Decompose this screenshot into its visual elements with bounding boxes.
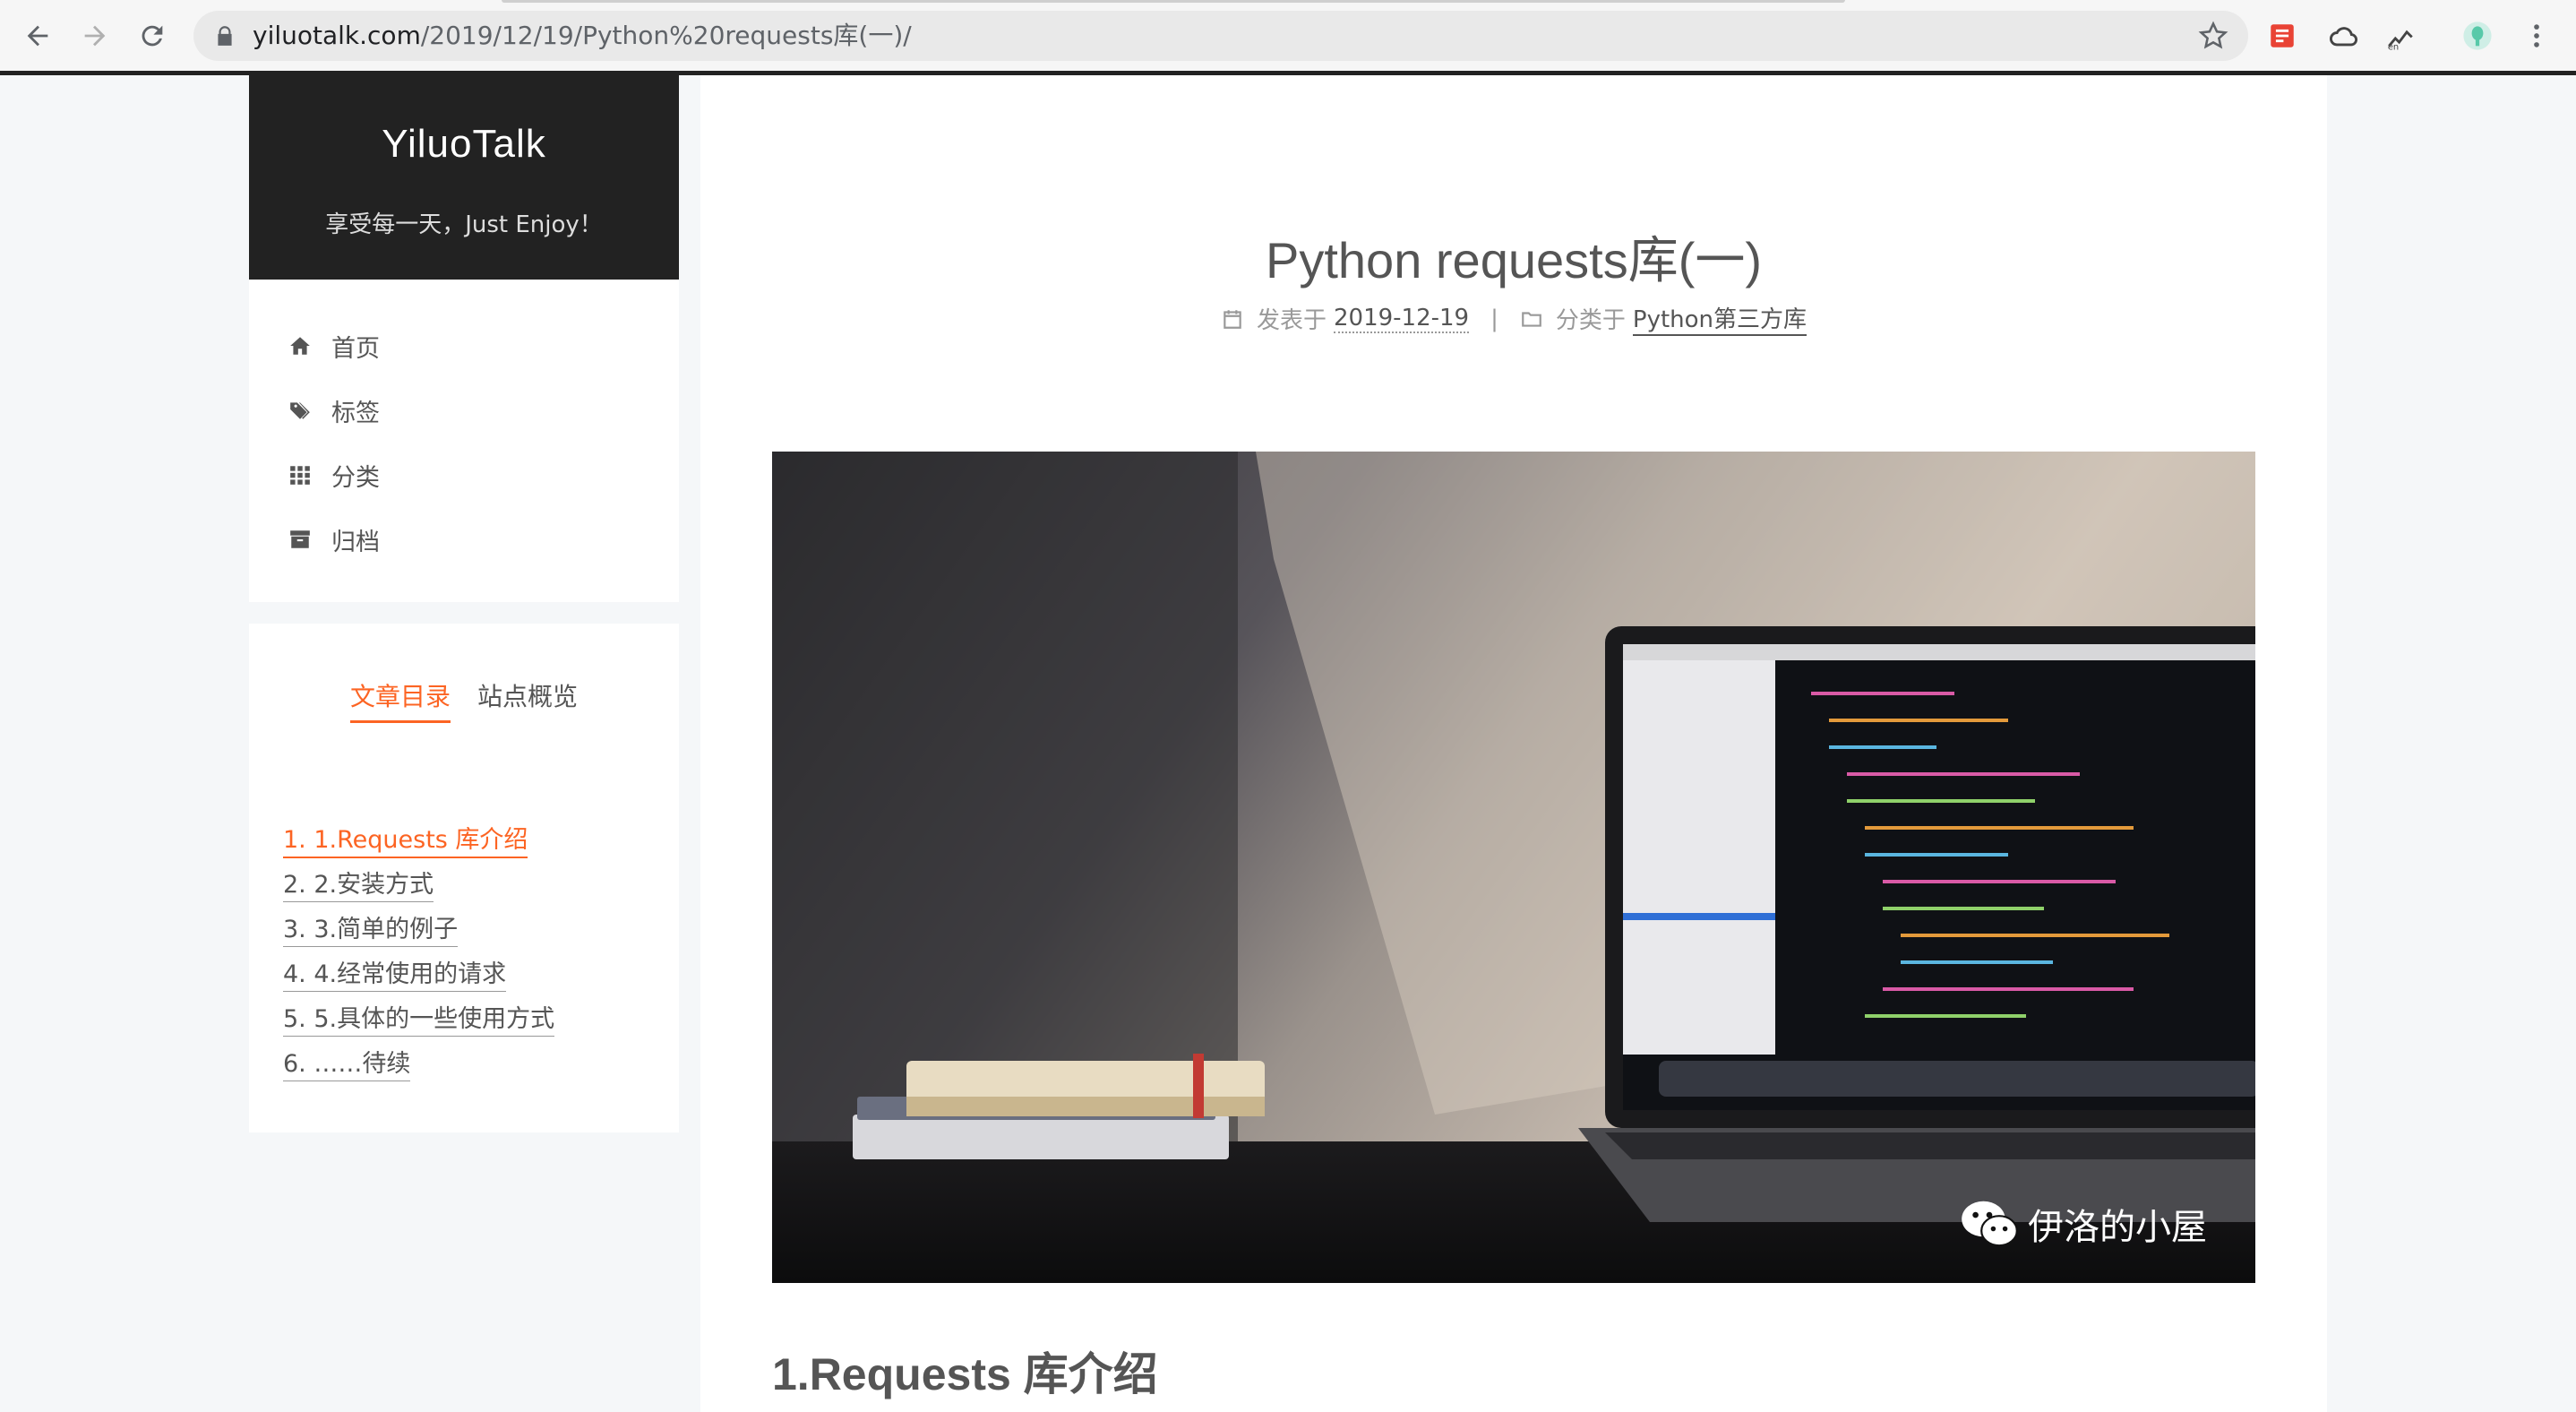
lock-icon [218, 26, 232, 46]
toc-item[interactable]: 1. 1.Requests 库介绍 [283, 824, 528, 858]
sidebar-tabs: 文章目录 站点概览 [249, 677, 679, 723]
watermark-text: 伊洛的小屋 [2028, 1207, 2207, 1248]
toc-item[interactable]: 2. 2.安装方式 [283, 869, 434, 902]
menu-item-categories[interactable]: 分类 [287, 450, 645, 500]
post-category-link[interactable]: Python第三方库 [1632, 301, 1807, 336]
post-date[interactable]: 2019-12-19 [1334, 305, 1470, 333]
toc-item[interactable]: 6. ……待续 [283, 1048, 411, 1081]
menu-item-tags[interactable]: 标签 [287, 385, 645, 435]
main-menu: 首页 标签 分类 归档 [249, 280, 679, 602]
extension-cloud-button[interactable] [2325, 18, 2361, 54]
laptop-desk-photo [772, 452, 2255, 1283]
forward-button[interactable] [75, 16, 115, 56]
post-meta: 发表于 2019-12-19 | 分类于 Python第三方库 [700, 301, 2327, 336]
menu-item-label: 标签 [331, 399, 380, 427]
cloud-icon [2329, 27, 2357, 47]
browser-menu-button[interactable] [2519, 18, 2555, 54]
arrow-left-icon [27, 25, 48, 47]
menu-item-home[interactable]: 首页 [287, 321, 645, 371]
calendar-icon [1224, 309, 1241, 329]
grid-icon [287, 461, 313, 488]
posted-label: 发表于 [1256, 307, 1327, 334]
category-label: 分类于 [1555, 307, 1626, 334]
bookmark-star-icon[interactable] [2198, 21, 2228, 51]
site-subtitle: 享受每一天，Just Enjoy！ [325, 211, 603, 238]
red-note-icon [2271, 24, 2294, 47]
url-host: yiluotalk.com [253, 21, 421, 50]
web-page: YiluoTalk 享受每一天，Just Enjoy！ 首页 标签 分类 归档 … [0, 75, 2576, 1412]
browser-toolbar: yiluotalk.com/2019/12/19/Python%20reques… [0, 0, 2576, 75]
menu-item-label: 首页 [331, 334, 380, 363]
svg-text:en: en [2388, 43, 2399, 51]
reload-button[interactable] [133, 16, 172, 56]
section-heading: 1.Requests 库介绍 [772, 1349, 1158, 1399]
url-path: /2019/12/19/Python%20requests库(一)/ [420, 21, 912, 50]
image-watermark: 伊洛的小屋 [1960, 1197, 2207, 1251]
toc-item[interactable]: 4. 4.经常使用的请求 [283, 959, 507, 992]
menu-item-label: 归档 [331, 528, 380, 556]
folder-icon [1522, 311, 1541, 327]
address-bar[interactable]: yiluotalk.com/2019/12/19/Python%20reques… [193, 11, 2248, 61]
tags-icon [287, 397, 313, 424]
reload-icon [142, 25, 163, 47]
translate-icon: en [2388, 30, 2413, 51]
kebab-menu-icon [2534, 24, 2539, 47]
site-title[interactable]: YiluoTalk [249, 122, 679, 167]
toc-item[interactable]: 3. 3.简单的例子 [283, 914, 459, 947]
site-brand: YiluoTalk 享受每一天，Just Enjoy！ [249, 75, 679, 280]
extension-translate-button[interactable]: en [2383, 18, 2418, 54]
home-icon [287, 332, 313, 359]
profile-avatar-button[interactable] [2460, 18, 2495, 54]
post-container: Python requests库(一) 发表于 2019-12-19 | 分类于… [700, 75, 2327, 1412]
tab-strip-edge [502, 0, 1845, 3]
sidebar-panel: 文章目录 站点概览 1. 1.Requests 库介绍 2. 2.安装方式 3.… [249, 624, 679, 1132]
avatar-icon [2463, 22, 2492, 50]
toc-list: 1. 1.Requests 库介绍 2. 2.安装方式 3. 3.简单的例子 4… [283, 824, 555, 1093]
tab-overview[interactable]: 站点概览 [477, 677, 578, 723]
menu-item-label: 分类 [331, 463, 380, 492]
wechat-icon [1962, 1201, 2018, 1247]
menu-item-archives[interactable]: 归档 [287, 514, 645, 564]
archive-icon [287, 526, 313, 553]
arrow-right-icon [84, 25, 106, 47]
url-text[interactable]: yiluotalk.com/2019/12/19/Python%20reques… [253, 22, 912, 50]
meta-separator: | [1490, 305, 1498, 332]
back-button[interactable] [18, 16, 57, 56]
tab-toc[interactable]: 文章目录 [349, 677, 451, 723]
post-title: Python requests库(一) [1266, 232, 1762, 288]
toc-item[interactable]: 5. 5.具体的一些使用方式 [283, 1003, 555, 1037]
post-hero-image: 伊洛的小屋 [772, 452, 2255, 1283]
extension-notes-button[interactable] [2264, 18, 2300, 54]
